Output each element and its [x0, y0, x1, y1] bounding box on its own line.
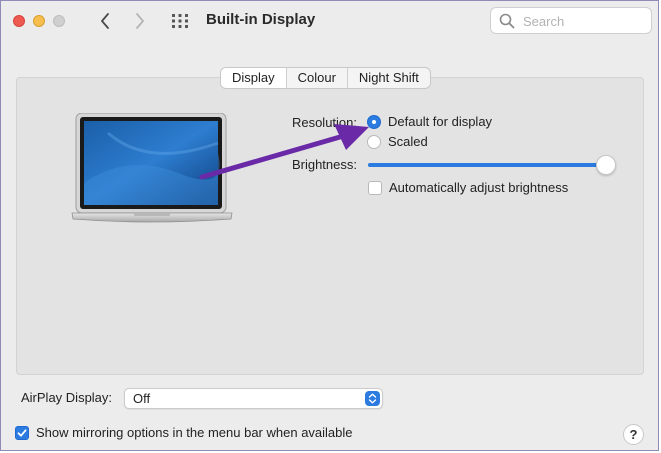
tab-bar: Display Colour Night Shift — [220, 67, 431, 89]
mirroring-checkbox[interactable] — [15, 425, 29, 440]
auto-brightness-option[interactable]: Automatically adjust brightness — [368, 180, 568, 195]
search-input[interactable] — [521, 12, 649, 31]
help-button[interactable]: ? — [623, 424, 644, 445]
laptop-image — [71, 113, 233, 223]
slider-knob[interactable] — [596, 155, 616, 175]
tab-colour[interactable]: Colour — [287, 68, 348, 88]
title-bar: Built-in Display — [1, 1, 658, 41]
auto-brightness-label: Automatically adjust brightness — [389, 180, 569, 195]
auto-brightness-checkbox[interactable] — [368, 180, 382, 195]
brightness-label: Brightness: — [291, 157, 357, 172]
checkmark-icon — [17, 428, 27, 437]
forward-button[interactable] — [128, 9, 152, 33]
resolution-default-label: Default for display — [388, 114, 493, 129]
search-icon — [499, 13, 515, 29]
zoom-button[interactable] — [53, 15, 65, 27]
chevron-right-icon — [136, 13, 144, 29]
resolution-scaled-label: Scaled — [388, 134, 428, 149]
airplay-select[interactable]: Off — [124, 388, 383, 409]
up-down-chevron-icon — [368, 393, 377, 404]
chevron-left-icon — [101, 13, 109, 29]
close-button[interactable] — [13, 15, 25, 27]
select-stepper[interactable] — [365, 391, 380, 406]
search-field[interactable] — [490, 7, 652, 34]
mirroring-label: Show mirroring options in the menu bar w… — [36, 425, 353, 440]
back-button[interactable] — [93, 9, 117, 33]
resolution-label: Resolution: — [291, 115, 357, 130]
resolution-scaled-option[interactable]: Scaled — [367, 134, 428, 149]
airplay-value: Off — [133, 391, 151, 406]
slider-fill — [368, 163, 608, 167]
grid-icon[interactable] — [171, 13, 189, 29]
minimize-button[interactable] — [33, 15, 45, 27]
mirroring-option[interactable]: Show mirroring options in the menu bar w… — [15, 425, 353, 440]
resolution-default-option[interactable]: Default for display — [367, 114, 492, 129]
resolution-default-radio[interactable] — [367, 114, 381, 129]
brightness-slider[interactable] — [368, 153, 616, 177]
airplay-label: AirPlay Display: — [21, 390, 113, 405]
window-title: Built-in Display — [206, 11, 316, 28]
system-preferences-window: Built-in Display Display Colour Night Sh… — [0, 0, 659, 451]
tab-display[interactable]: Display — [221, 68, 287, 88]
resolution-scaled-radio[interactable] — [367, 134, 381, 149]
tab-night-shift[interactable]: Night Shift — [348, 68, 430, 88]
